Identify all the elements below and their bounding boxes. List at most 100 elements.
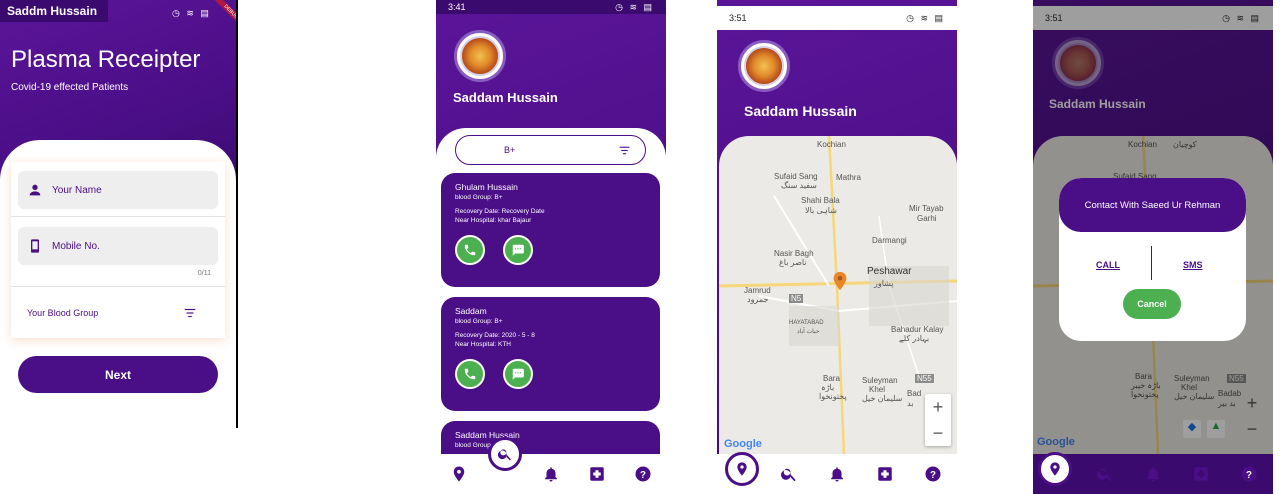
nav-alerts[interactable] xyxy=(827,464,847,484)
filter-icon[interactable] xyxy=(183,306,197,320)
screen-map: 3:51 ◷ ≋ ▤ Saddam Hussain Kochian Sufaid… xyxy=(717,0,957,494)
call-button[interactable] xyxy=(455,359,485,389)
location-icon xyxy=(737,462,747,476)
map-view[interactable]: Kochian Sufaid Sang سفید سنگ Mathra Shah… xyxy=(719,136,957,454)
donor-card: Ghulam Hussain blood Group: B+ Recovery … xyxy=(441,173,660,287)
map-label: Kochian xyxy=(817,140,846,149)
map-label: Shahi Bala xyxy=(801,196,840,205)
bell-icon xyxy=(545,467,557,482)
dialog-header: Contact With Saeed Ur Rehman xyxy=(1059,178,1246,232)
person-icon xyxy=(29,184,41,196)
svg-text:?: ? xyxy=(640,470,646,481)
divider xyxy=(11,216,225,217)
map-label: جمرود xyxy=(747,295,769,304)
app-bar: Saddm Hussain xyxy=(0,0,108,22)
nav-hospital[interactable] xyxy=(587,464,607,484)
location-icon xyxy=(1050,462,1060,476)
debug-banner: DEBUG xyxy=(200,0,238,30)
map-label: Darmangi xyxy=(872,236,907,245)
next-label: Next xyxy=(104,367,131,382)
dialog-title: Contact With Saeed Ur Rehman xyxy=(1084,199,1221,211)
nav-search-active[interactable] xyxy=(488,437,522,471)
zoom-in-button[interactable]: + xyxy=(933,397,944,418)
phone-icon xyxy=(464,244,476,256)
avatar xyxy=(738,40,790,92)
map-label: Mir Tayab xyxy=(909,204,944,213)
message-icon xyxy=(512,244,524,256)
help-icon: ? xyxy=(635,466,651,482)
donor-recovery-date: Recovery Date: 2020 - 5 - 8 xyxy=(455,332,535,339)
status-bar: 3:51 ◷ ≋ ▤ xyxy=(717,6,957,30)
phone-icon xyxy=(31,239,39,253)
nav-location-active[interactable] xyxy=(1038,452,1072,486)
message-button[interactable] xyxy=(503,235,533,265)
map-label: Garhi xyxy=(917,214,937,223)
donor-name: Saddam Hussain xyxy=(455,430,520,440)
map-label: Peshawar xyxy=(867,266,912,277)
search-icon xyxy=(497,449,511,461)
search-icon xyxy=(1097,468,1112,482)
svg-text:?: ? xyxy=(1246,470,1252,481)
google-logo: Google xyxy=(724,438,762,450)
nav-help[interactable]: ? xyxy=(923,464,943,484)
phone-icon xyxy=(464,368,476,380)
nav-alerts[interactable] xyxy=(1143,464,1163,484)
cancel-button[interactable]: Cancel xyxy=(1123,289,1181,319)
message-button[interactable] xyxy=(503,359,533,389)
hospital-icon xyxy=(1194,467,1208,481)
screen-edge xyxy=(236,0,238,428)
blood-filter-value: B+ xyxy=(504,145,516,155)
nav-location-active[interactable] xyxy=(725,452,759,486)
map-label: Bara xyxy=(823,374,840,383)
filter-icon xyxy=(619,146,630,155)
blood-filter-dropdown[interactable]: B+ xyxy=(455,135,646,165)
help-icon: ? xyxy=(1241,466,1257,482)
nav-hospital[interactable] xyxy=(875,464,895,484)
mobile-field[interactable]: Mobile No. xyxy=(18,227,218,265)
location-icon xyxy=(453,466,465,482)
svg-text:?: ? xyxy=(930,470,936,481)
sms-option[interactable]: SMS xyxy=(1183,260,1203,270)
map-label: Suleyman xyxy=(862,376,898,385)
donor-hospital: Near Hospital: KTH xyxy=(455,341,511,348)
page-title: Plasma Receipter xyxy=(11,46,201,73)
next-button[interactable]: Next xyxy=(18,356,218,393)
nav-alerts[interactable] xyxy=(541,464,561,484)
user-name: Saddam Hussain xyxy=(453,90,558,105)
divider xyxy=(11,286,225,287)
map-label: Nasir Bagh xyxy=(774,249,814,258)
status-time: 3:41 xyxy=(448,2,466,12)
screen-plasma-receipter: Saddm Hussain ◷ ≋ ▤ DEBUG Plasma Receipt… xyxy=(0,0,238,430)
call-option[interactable]: CALL xyxy=(1096,260,1120,270)
nav-location[interactable] xyxy=(449,464,469,484)
nav-search[interactable] xyxy=(1095,464,1115,484)
map-label: Bad xyxy=(907,389,922,398)
map-label: باڑہ xyxy=(821,383,835,392)
help-icon: ? xyxy=(925,466,941,482)
donor-blood-group: blood Group: B+ xyxy=(455,318,503,325)
screen-donor-list: 3:41 ◷ ≋ ▤ Saddam Hussain B+ Ghulam Huss… xyxy=(436,0,666,494)
donor-hospital: Near Hospital: khar Bajaur xyxy=(455,217,532,224)
form-card: Your Name Mobile No. 0/11 Your Blood Gro… xyxy=(11,162,225,338)
nav-search[interactable] xyxy=(779,464,799,484)
map-label: بہادر کلے xyxy=(899,334,930,343)
mobile-counter: 0/11 xyxy=(197,270,211,277)
map-pin-icon[interactable] xyxy=(829,266,851,296)
name-placeholder: Your Name xyxy=(52,184,102,196)
map-label: سفید سنگ xyxy=(781,181,817,190)
map-label: HAYATABAD xyxy=(789,320,824,326)
map-label: شاہی بالا xyxy=(805,206,837,215)
donor-blood-group: blood Group: B+ xyxy=(455,194,503,201)
map-label: سلیمان خیل xyxy=(862,394,903,403)
zoom-out-button[interactable]: − xyxy=(933,423,944,444)
nav-help[interactable]: ? xyxy=(633,464,653,484)
name-field[interactable]: Your Name xyxy=(18,171,218,209)
map-label: N5 xyxy=(789,294,804,303)
nav-hospital[interactable] xyxy=(1191,464,1211,484)
map-label: Sufaid Sang xyxy=(774,172,818,181)
nav-help[interactable]: ? xyxy=(1239,464,1259,484)
search-icon xyxy=(781,468,796,482)
hospital-icon xyxy=(878,467,892,481)
user-name: Saddam Hussain xyxy=(744,103,857,119)
call-button[interactable] xyxy=(455,235,485,265)
